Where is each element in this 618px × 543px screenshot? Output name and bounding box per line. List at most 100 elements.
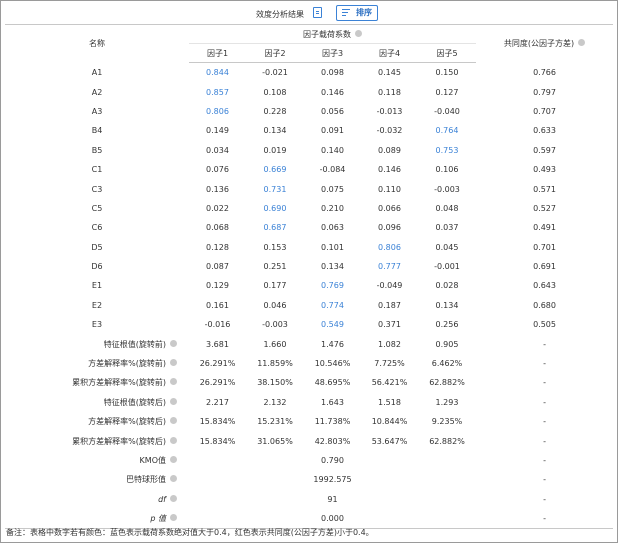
stat-row: 方差解释率%(旋转前) 26.291% 11.859% 10.546% 7.725% 6.…	[5, 354, 613, 373]
communality-value: 0.680	[533, 300, 556, 310]
stat-value: 10.844%	[371, 417, 408, 427]
help-icon[interactable]	[170, 397, 177, 405]
stat-name: 特征根值(旋转前)	[5, 334, 189, 353]
loading-value: 0.108	[263, 87, 287, 97]
loading-value: -0.003	[434, 184, 460, 194]
stat-value: 1.082	[378, 339, 401, 349]
communality-value: -	[543, 475, 546, 485]
help-icon[interactable]	[170, 339, 177, 347]
stat-row: 累积方差解释率%(旋转后) 15.834% 31.065% 42.803% 53.647…	[5, 431, 613, 450]
loading-value: 0.063	[321, 223, 344, 233]
loading-value: 0.037	[435, 223, 459, 233]
loading-value: 0.134	[263, 126, 287, 136]
loading-value: 0.068	[206, 223, 229, 233]
help-icon[interactable]	[170, 475, 177, 483]
stat-value: 15.834%	[199, 417, 236, 427]
loading-value: 0.096	[378, 223, 401, 233]
result-panel: 效度分析结果 排序 名称 因子载荷系数 共同度(公因子方差) 因子1 因子2 因…	[0, 0, 618, 543]
item-name: C1	[91, 165, 103, 175]
help-icon[interactable]	[170, 417, 177, 425]
sort-button-label: 排序	[356, 8, 372, 17]
test-row: KMO值 0.790 -	[5, 451, 613, 470]
loading-value: 0.256	[435, 320, 459, 330]
test-row: 巴特球形值 1992.575 -	[5, 470, 613, 489]
loading-value: 0.034	[206, 145, 229, 155]
communality-value: 0.797	[533, 87, 556, 97]
stat-row: 累积方差解释率%(旋转前) 26.291% 38.150% 48.695% 56.421…	[5, 373, 613, 392]
communality-column-header: 共同度(公因子方差)	[476, 25, 613, 63]
loading-value: 0.128	[206, 242, 229, 252]
loading-value: 0.177	[263, 281, 287, 291]
item-name: D6	[91, 262, 103, 272]
loading-value: 0.764	[435, 126, 459, 136]
loading-value: 0.118	[378, 87, 401, 97]
item-name: B4	[91, 126, 103, 136]
loading-value: 0.774	[321, 300, 344, 310]
factor-header: 因子5	[418, 43, 477, 63]
stat-value: 2.217	[206, 397, 229, 407]
help-icon[interactable]	[170, 514, 177, 522]
loading-value: -0.040	[434, 106, 460, 116]
loading-group-header: 因子载荷系数	[189, 24, 477, 44]
loading-value: 0.134	[435, 300, 459, 310]
communality-value: 0.707	[533, 106, 556, 116]
loading-value: 0.187	[378, 300, 401, 310]
item-name: C5	[91, 203, 103, 213]
stat-value: 0.905	[435, 339, 459, 349]
stat-value: 26.291%	[199, 359, 236, 369]
table-row: C1 0.076 0.669 -0.084 0.146 0.106 0.493	[5, 160, 613, 179]
loading-value: 0.101	[321, 242, 344, 252]
stat-value: 6.462%	[431, 359, 463, 369]
stat-value: 15.231%	[257, 417, 293, 427]
sort-button[interactable]: 排序	[336, 5, 378, 21]
test-row: p 值 0.000-	[5, 508, 614, 530]
help-icon[interactable]	[578, 39, 586, 47]
stat-value: 2.132	[263, 397, 287, 407]
stat-value: 10.546%	[314, 359, 351, 369]
loading-value: 0.019	[263, 145, 287, 155]
loading-value: 0.076	[206, 165, 229, 175]
document-icon[interactable]	[313, 7, 322, 18]
test-value: 91	[327, 494, 338, 504]
stat-value: 62.882%	[429, 436, 465, 446]
item-name: A2	[91, 87, 103, 97]
help-icon[interactable]	[355, 29, 362, 37]
help-icon[interactable]	[170, 359, 177, 367]
loading-value: 0.127	[435, 87, 459, 97]
table-row: E3 -0.016 -0.003 0.549 0.371 0.256 0.505	[5, 315, 613, 334]
loading-value: 0.087	[206, 262, 229, 272]
stat-value: 15.834%	[199, 436, 236, 446]
stat-value: 1.293	[435, 397, 459, 407]
item-name: A1	[91, 67, 103, 77]
stat-value: 1.660	[263, 339, 287, 349]
loading-value: 0.769	[321, 281, 344, 291]
stat-value: 53.647%	[371, 436, 408, 446]
name-column-header: 名称	[89, 39, 105, 49]
help-icon[interactable]	[170, 494, 177, 502]
loading-value: 0.549	[321, 320, 344, 330]
item-name: E2	[91, 300, 103, 310]
table-row: D6 0.087 0.251 0.134 0.777 -0.001 0.691	[5, 257, 613, 276]
test-value: 1992.575	[313, 475, 352, 485]
loading-value: 0.806	[378, 242, 401, 252]
loading-value: 0.089	[378, 145, 401, 155]
item-name: E1	[91, 281, 103, 291]
stat-row: 特征根值(旋转前) 3.681 1.660 1.476 1.082 0.905 -	[5, 334, 613, 353]
loading-value: 0.844	[206, 68, 229, 78]
loading-value: 0.777	[378, 262, 401, 272]
communality-value: 0.691	[533, 262, 556, 272]
loading-value: 0.045	[435, 242, 459, 252]
stat-name: 累积方差解释率%(旋转前)	[5, 373, 189, 392]
help-icon[interactable]	[170, 456, 177, 463]
loading-value: -0.032	[376, 126, 403, 136]
loading-value: 0.228	[263, 106, 287, 116]
help-icon[interactable]	[170, 378, 177, 386]
help-icon[interactable]	[170, 436, 177, 444]
loading-value: 0.022	[206, 203, 229, 213]
table-row: E2 0.161 0.046 0.774 0.187 0.134 0.680	[5, 296, 613, 315]
loading-value: 0.028	[435, 281, 459, 291]
table-row: A3 0.806 0.228 0.056 -0.013 -0.040 0.707	[5, 102, 613, 121]
stat-value: 1.476	[321, 339, 344, 349]
loading-value: -0.003	[262, 320, 288, 330]
stat-name: 方差解释率%(旋转前)	[5, 354, 189, 373]
